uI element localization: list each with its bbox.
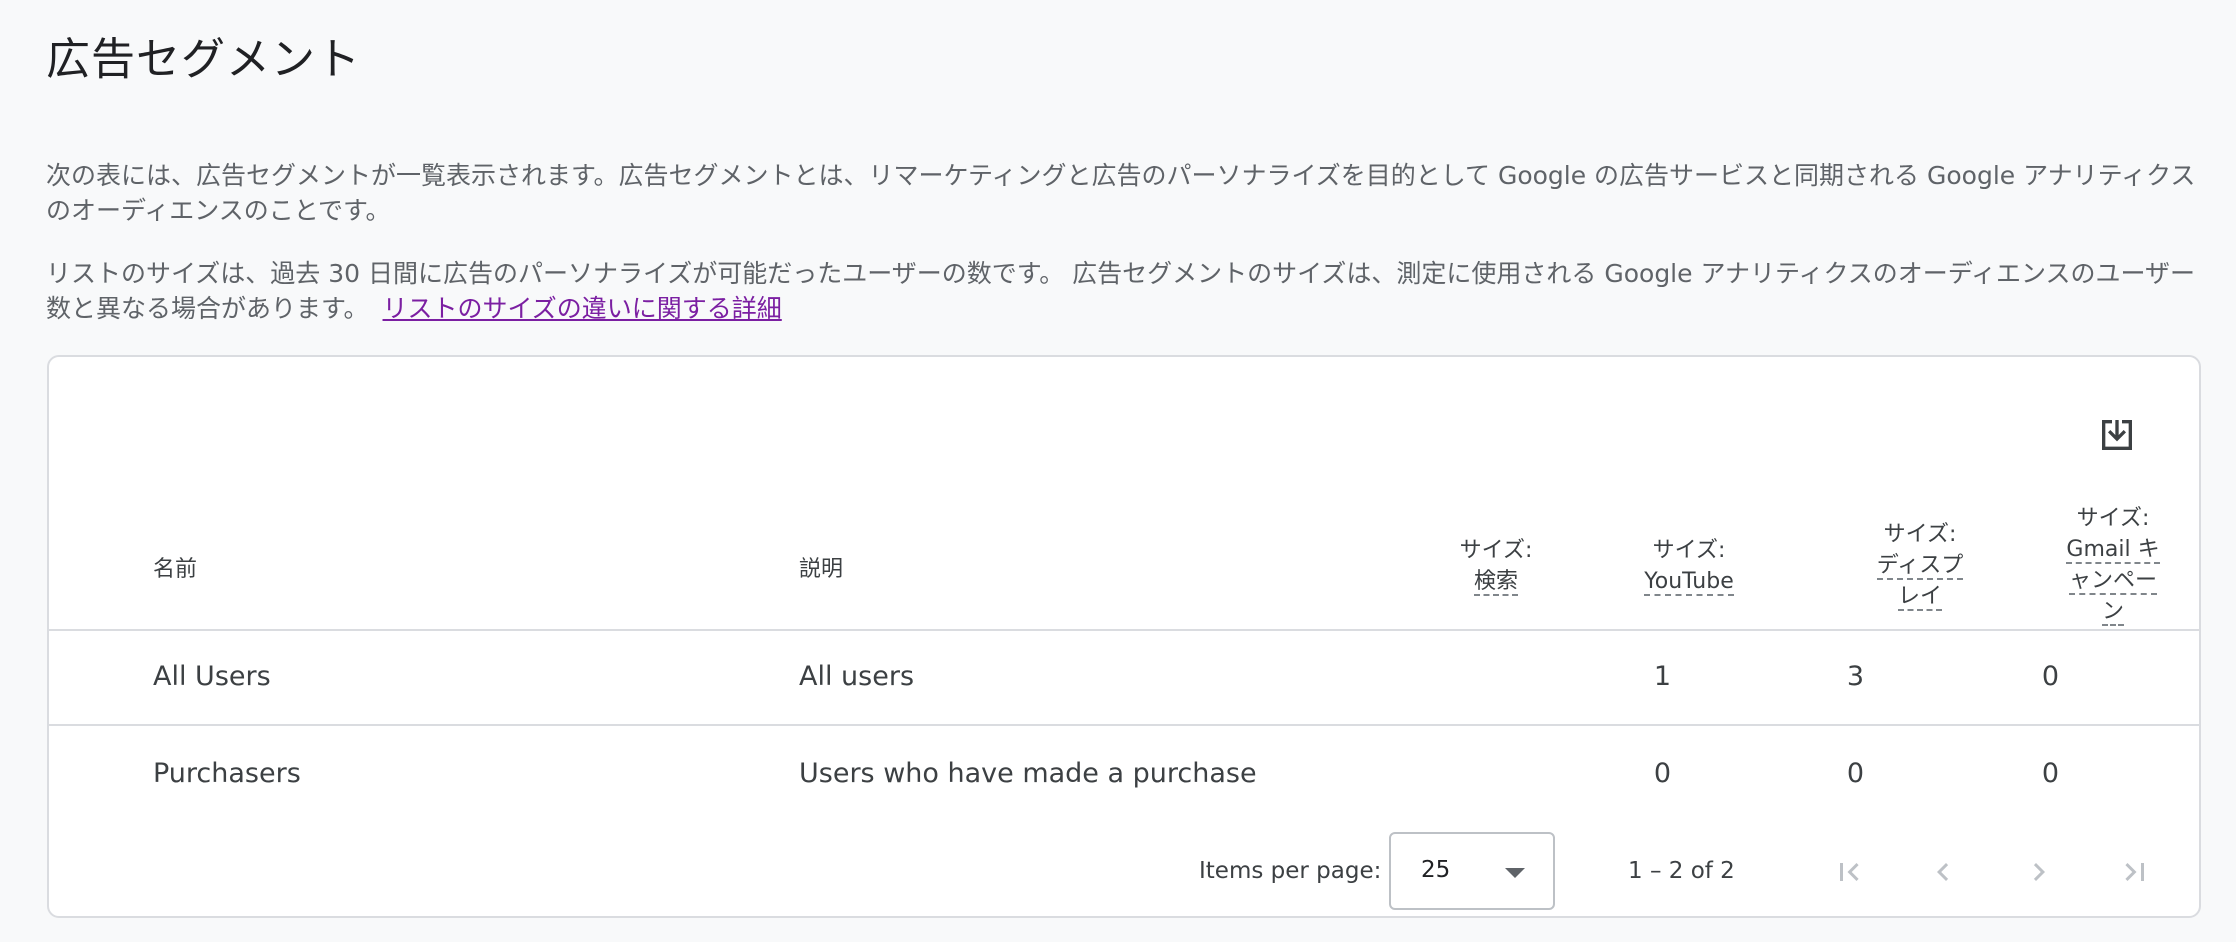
segment-name: Purchasers: [153, 758, 301, 789]
download-button[interactable]: [2093, 411, 2141, 459]
size-gmail-label: Gmail キャンペーン: [2066, 537, 2160, 626]
page-title: 広告セグメント: [46, 34, 361, 85]
column-header-size-display[interactable]: サイズ: ディスプレイ: [1870, 519, 1970, 612]
size-display-label: ディスプレイ: [1876, 553, 1964, 611]
size-prefix-label: サイズ:: [1652, 538, 1726, 563]
size-display-value: 0: [2041, 758, 2059, 789]
description-text-1: 次の表には、広告セグメントが一覧表示されます。広告セグメントとは、リマーケティン…: [46, 161, 2196, 225]
size-prefix-label: サイズ:: [1883, 522, 1957, 547]
size-display-value: 0: [2041, 661, 2059, 692]
chevron-left-icon: [1937, 863, 1949, 881]
list-size-description: リストのサイズは、過去 30 日間に広告のパーソナライズが可能だったユーザーの数…: [46, 256, 2196, 326]
learn-more-link[interactable]: リストのサイズの違いに関する詳細: [383, 294, 782, 323]
page-description: 次の表には、広告セグメントが一覧表示されます。広告セグメントとは、リマーケティン…: [46, 158, 2196, 228]
column-header-description[interactable]: 説明: [799, 554, 843, 585]
previous-page-button[interactable]: [1921, 850, 1965, 894]
column-header-name[interactable]: 名前: [153, 554, 197, 585]
table-header-row: 名前 説明 サイズ: 検索 サイズ: YouTube サイズ: ディスプレイ サ…: [49, 477, 2199, 631]
size-youtube-value: 0: [1846, 758, 1864, 789]
paginator: Items per page: 25 1 – 2 of 2: [49, 832, 2199, 912]
size-search-value: 0: [1653, 758, 1671, 789]
column-header-size-search[interactable]: サイズ: 検索: [1441, 535, 1551, 597]
dropdown-arrow-icon: [1505, 868, 1525, 878]
description-text-2: リストのサイズは、過去 30 日間に広告のパーソナライズが可能だったユーザーの数…: [46, 259, 2195, 323]
items-per-page-select[interactable]: 25: [1389, 832, 1555, 910]
segments-table-card: 名前 説明 サイズ: 検索 サイズ: YouTube サイズ: ディスプレイ サ…: [47, 355, 2201, 918]
size-prefix-label: サイズ:: [1459, 538, 1533, 563]
size-search-label: 検索: [1473, 569, 1518, 596]
chevron-right-icon: [2033, 863, 2045, 881]
first-page-icon: [1840, 863, 1859, 881]
size-prefix-label: サイズ:: [2076, 506, 2150, 531]
items-per-page-label: Items per page:: [1199, 858, 1382, 884]
download-icon: [2102, 420, 2132, 450]
table-row[interactable]: All Users All users 1 3 0 0: [49, 629, 2199, 726]
next-page-button[interactable]: [2017, 850, 2061, 894]
size-youtube-value: 3: [1846, 661, 1864, 692]
segment-description: All users: [799, 661, 915, 692]
size-gmail-value: 0: [2151, 659, 2199, 695]
size-gmail-value: 0: [2151, 756, 2199, 792]
column-header-size-gmail[interactable]: サイズ: Gmail キャンペーン: [2063, 503, 2163, 627]
segment-description: Users who have made a purchase: [799, 758, 1257, 789]
size-youtube-label: YouTube: [1644, 569, 1734, 596]
table-row[interactable]: Purchasers Users who have made a purchas…: [49, 726, 2199, 821]
page-range-label: 1 – 2 of 2: [1628, 858, 1735, 884]
segment-name: All Users: [153, 661, 271, 692]
items-per-page-value: 25: [1421, 857, 1451, 883]
column-header-size-youtube[interactable]: サイズ: YouTube: [1634, 535, 1744, 597]
last-page-icon: [2125, 863, 2144, 881]
last-page-button[interactable]: [2113, 850, 2157, 894]
size-search-value: 1: [1653, 661, 1671, 692]
first-page-button[interactable]: [1827, 850, 1871, 894]
